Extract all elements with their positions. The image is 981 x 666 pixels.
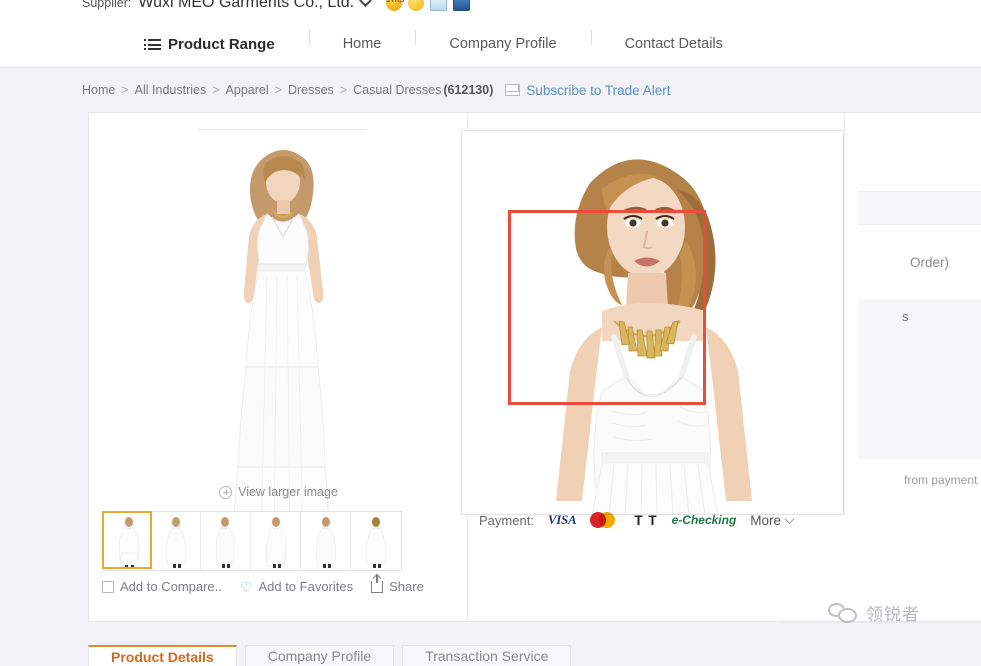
payment-more-label: More: [750, 512, 782, 528]
nav-item-home[interactable]: Home: [308, 30, 416, 52]
image-zoom-pane[interactable]: [461, 130, 844, 515]
nav-item-contact-details[interactable]: Contact Details: [590, 30, 757, 52]
magnifier-plus-icon: [219, 485, 233, 499]
product-info-column: Order) s from payment to delivery: [844, 113, 981, 621]
delivery-note-fragment: from payment to delivery: [904, 473, 981, 487]
nav-item-company-profile[interactable]: Company Profile: [415, 30, 590, 52]
thumbnail-3[interactable]: [251, 512, 301, 570]
tab-product-details[interactable]: Product Details: [88, 645, 237, 666]
share-button[interactable]: Share: [371, 574, 424, 594]
subscribe-trade-alert-link[interactable]: Subscribe to Trade Alert: [505, 83, 670, 98]
info-fragment-s: s: [902, 309, 909, 324]
supplier-label: Supplier:: [82, 0, 132, 10]
gold-supplier-badge[interactable]: 3YRS: [386, 0, 404, 11]
breadcrumb-count: (612130): [443, 83, 494, 97]
info-band-top: [858, 191, 981, 225]
breadcrumb-item-casual-dresses[interactable]: Casual Dresses: [353, 83, 441, 97]
watermark-text: 领锐者: [866, 605, 920, 624]
thumbnail-5[interactable]: [351, 512, 401, 570]
breadcrumb-separator: >: [212, 83, 220, 97]
min-order-fragment: Order): [910, 255, 950, 270]
breadcrumb-separator: >: [121, 83, 129, 97]
supplier-bar: Supplier: Wuxi MEO Garments Co., Ltd. 3Y…: [0, 0, 981, 22]
breadcrumb-item-all-industries[interactable]: All Industries: [135, 83, 207, 97]
wechat-watermark: 领锐者: [828, 600, 920, 625]
tab-company-profile[interactable]: Company Profile: [244, 645, 395, 666]
view-larger-image-label: View larger image: [238, 485, 338, 499]
add-to-compare-label: Add to Compare..: [120, 579, 222, 594]
info-band-middle: [858, 299, 981, 459]
product-card: View larger image Add to Compare.. ♡ Add…: [88, 112, 981, 622]
supplier-name[interactable]: Wuxi MEO Garments Co., Ltd.: [138, 0, 354, 12]
add-to-favorites-label: Add to Favorites: [258, 579, 354, 594]
supplier-navbar: Product Range Home Company Profile Conta…: [0, 22, 981, 68]
product-photo-zoom: [462, 131, 843, 514]
mastercard-logo: [590, 511, 620, 529]
assessed-supplier-badge[interactable]: [408, 0, 425, 11]
payment-label: Payment:: [479, 512, 534, 528]
trade-assurance-badge[interactable]: [453, 0, 471, 11]
thumbnail-strip: [102, 511, 402, 571]
detail-tabs: Product Details Company Profile Transact…: [88, 645, 572, 666]
subscribe-trade-alert-label: Subscribe to Trade Alert: [526, 82, 671, 98]
thumbnail-1[interactable]: [151, 512, 201, 570]
share-icon: [371, 574, 384, 593]
nav-item-product-range[interactable]: Product Range: [140, 37, 309, 52]
chevron-down-icon: [784, 513, 795, 524]
payment-more-button[interactable]: More: [750, 512, 795, 528]
onsite-check-badge[interactable]: [430, 0, 448, 11]
breadcrumb-separator: >: [274, 83, 282, 97]
echecking-logo: e-Checking: [671, 513, 737, 527]
nav-item-product-range-label: Product Range: [168, 36, 275, 53]
page-root: Supplier: Wuxi MEO Garments Co., Ltd. 3Y…: [0, 0, 981, 666]
thumbnail-0[interactable]: [102, 511, 152, 569]
list-icon: [144, 39, 161, 50]
product-actions: Add to Compare.. ♡ Add to Favorites Shar…: [102, 574, 468, 594]
thumbnail-2[interactable]: [201, 512, 251, 570]
envelope-icon: [505, 84, 521, 96]
breadcrumb-item-apparel[interactable]: Apparel: [226, 83, 269, 97]
add-to-compare-button[interactable]: Add to Compare..: [102, 579, 222, 594]
wechat-bubbles-icon: [828, 602, 858, 623]
view-larger-image-link[interactable]: View larger image: [89, 485, 468, 499]
tab-transaction-service[interactable]: Transaction Service: [402, 645, 572, 666]
gallery-column: View larger image Add to Compare.. ♡ Add…: [89, 113, 468, 621]
tt-logo: T T: [634, 512, 658, 528]
breadcrumb-item-home[interactable]: Home: [82, 83, 115, 97]
thumbnail-4[interactable]: [301, 512, 351, 570]
checkbox-icon[interactable]: [102, 580, 114, 593]
chevron-down-icon[interactable]: [359, 0, 372, 7]
breadcrumb-separator: >: [339, 83, 348, 97]
breadcrumb-item-dresses[interactable]: Dresses: [288, 83, 334, 97]
add-to-favorites-button[interactable]: ♡ Add to Favorites: [240, 579, 353, 594]
supplier-badges: 3YRS: [386, 0, 471, 11]
breadcrumb: Home > All Industries > Apparel > Dresse…: [0, 69, 981, 111]
column-divider: [844, 113, 845, 515]
heart-icon: ♡: [239, 578, 253, 595]
share-label: Share: [389, 579, 424, 594]
visa-logo: VISA: [547, 512, 577, 527]
